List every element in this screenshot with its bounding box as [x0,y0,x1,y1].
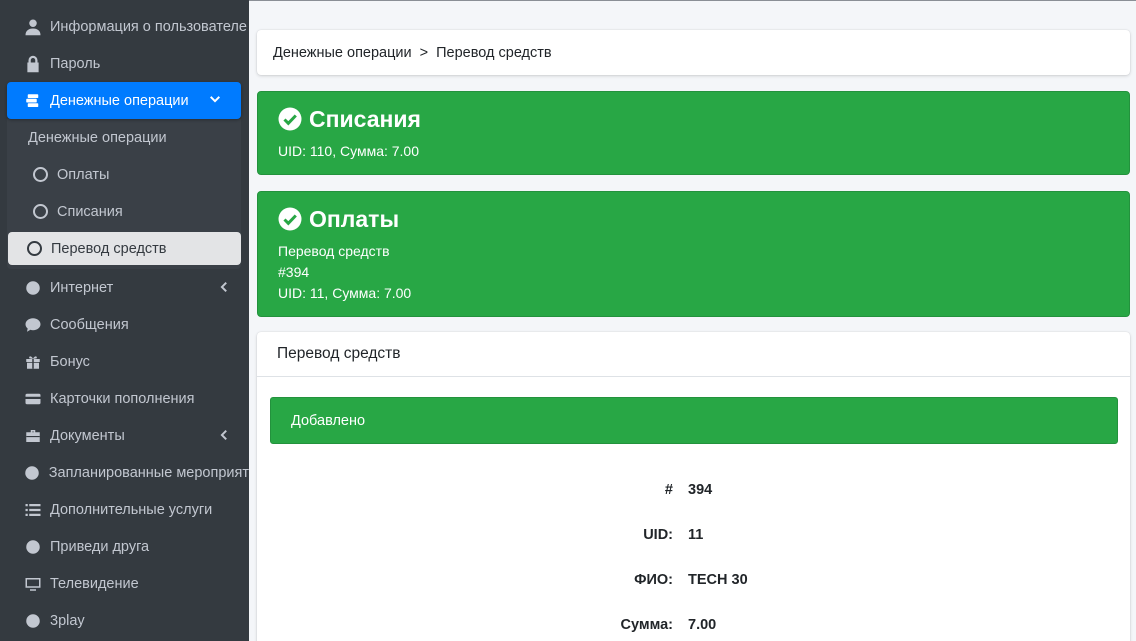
payments-alert: Оплаты Перевод средств #394 UID: 11, Сум… [257,191,1130,317]
sidebar-item-label: Приведи друга [50,538,150,555]
chevron-down-icon [209,94,221,106]
alert-heading: Оплаты [278,204,1109,234]
alert-text: UID: 110, Сумма: 7.00 [278,143,420,159]
sidebar-item-label: Телевидение [50,575,139,592]
list-icon [22,501,44,519]
sidebar-item-refer-friend[interactable]: Приведи друга [0,528,249,565]
sidebar-item-topup-cards[interactable]: Карточки пополнения [0,380,249,417]
circle-icon [27,241,42,256]
breadcrumb-parent[interactable]: Денежные операции [273,45,412,61]
money-operations-submenu: Денежные операции Оплаты Списания Перево… [7,119,241,269]
sidebar-item-label: Бонус [50,353,90,370]
submenu-item-transfer[interactable]: Перевод средств [8,232,241,265]
sidebar-item-label: Интернет [50,279,114,296]
circle-icon [22,612,44,630]
submenu-item-label: Оплаты [57,166,110,183]
lock-icon [22,55,44,73]
card-body: Добавлено # 394 UID: 11 ФИО: TECH 30 Сум… [257,377,1130,641]
sidebar-item-label: 3play [50,612,85,629]
submenu-item-writeoffs[interactable]: Списания [7,193,241,230]
circle-icon [33,167,48,182]
comment-icon [22,316,44,334]
sidebar-item-internet[interactable]: Интернет [0,269,249,306]
circle-icon [22,538,44,556]
circle-icon [22,464,43,482]
check-circle-icon [278,207,302,231]
sidebar-item-money-operations[interactable]: Денежные операции [7,82,241,119]
sidebar-item-documents[interactable]: Документы [0,417,249,454]
alert-title: Оплаты [309,205,400,232]
sidebar-item-label: Документы [50,427,125,444]
sidebar-item-tv[interactable]: Телевидение [0,565,249,602]
chevron-left-icon [217,429,229,441]
detail-row: # 394 [270,467,1118,512]
money-icon [22,92,44,110]
sidebar-item-scheduled-events[interactable]: Запланированные мероприят [0,454,249,491]
chevron-left-icon [217,281,229,293]
alert-line: Перевод средств [278,243,390,259]
sidebar-item-extra-services[interactable]: Дополнительные услуги [0,491,249,528]
sidebar-item-label: Информация о пользователе [50,18,247,35]
detail-value: 11 [688,526,704,543]
breadcrumb: Денежные операции > Перевод средств [257,30,1130,75]
alert-line: UID: 11, Сумма: 7.00 [278,285,412,301]
alert-line: #394 [278,264,310,280]
transfer-details: # 394 UID: 11 ФИО: TECH 30 Сумма: 7.00 [270,467,1118,641]
user-icon [22,18,44,36]
sidebar-item-user-info[interactable]: Информация о пользователе [0,8,249,45]
sidebar: Информация о пользователе Пароль Денежны… [0,0,249,641]
detail-label: Сумма: [620,616,674,633]
sidebar-item-messages[interactable]: Сообщения [0,306,249,343]
detail-value: 394 [688,481,713,498]
sidebar-item-label: Дополнительные услуги [50,501,213,518]
detail-value: TECH 30 [688,571,748,588]
status-message: Добавлено [270,397,1118,444]
submenu-title[interactable]: Денежные операции [7,119,241,156]
transfer-card: Перевод средств Добавлено # 394 UID: 11 … [257,332,1130,641]
detail-value: 7.00 [688,616,717,633]
sidebar-item-label: Сообщения [50,316,129,333]
sidebar-item-label: Карточки пополнения [50,390,195,407]
detail-row: ФИО: TECH 30 [270,557,1118,602]
submenu-item-payments[interactable]: Оплаты [7,156,241,193]
circle-icon [33,204,48,219]
alert-heading: Списания [278,104,1109,134]
detail-row: Сумма: 7.00 [270,602,1118,641]
card-title: Перевод средств [257,332,1130,377]
tv-icon [22,575,44,593]
breadcrumb-current: Перевод средств [436,44,552,61]
breadcrumb-separator: > [419,44,429,61]
sidebar-nav: Информация о пользователе Пароль Денежны… [0,0,249,119]
credit-card-icon [22,390,44,408]
detail-label: # [664,481,673,498]
sidebar-item-bonus[interactable]: Бонус [0,343,249,380]
sidebar-item-label: Денежные операции [50,92,189,109]
sidebar-item-password[interactable]: Пароль [0,45,249,82]
detail-label: UID: [643,526,673,543]
alert-title: Списания [309,105,421,132]
gift-icon [22,353,44,371]
sidebar-nav-bottom: Интернет Сообщения Бонус Карточки пополн… [0,269,249,639]
submenu-item-label: Перевод средств [51,240,167,257]
sidebar-item-label: Пароль [50,55,101,72]
writeoffs-alert: Списания UID: 110, Сумма: 7.00 [257,91,1130,175]
globe-icon [22,279,44,297]
submenu-item-label: Списания [57,203,123,220]
sidebar-item-3play[interactable]: 3play [0,602,249,639]
alert-body: Перевод средств #394 UID: 11, Сумма: 7.0… [278,241,1109,304]
check-circle-icon [278,107,302,131]
detail-label: ФИО: [634,571,673,588]
briefcase-icon [22,427,44,445]
detail-row: UID: 11 [270,512,1118,557]
sidebar-item-label: Запланированные мероприят [48,464,249,481]
main-content: Денежные операции > Перевод средств Спис… [249,1,1136,641]
